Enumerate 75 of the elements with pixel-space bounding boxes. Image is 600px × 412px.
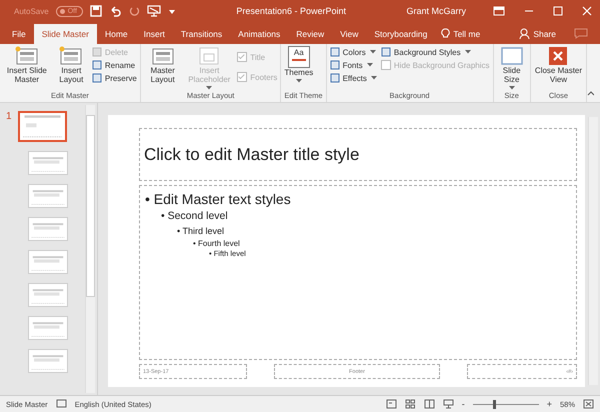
- ribbon-tab[interactable]: Transitions: [172, 24, 230, 44]
- redo-icon[interactable]: [128, 5, 140, 17]
- undo-icon[interactable]: [108, 5, 121, 17]
- command-icon: [330, 73, 340, 83]
- command-icon: [92, 60, 102, 70]
- command-icon: [92, 47, 102, 57]
- ribbon-button[interactable]: Colors: [330, 47, 377, 57]
- caret-icon: [370, 76, 377, 80]
- autosave-label: AutoSave: [14, 6, 49, 16]
- caret-icon: [464, 50, 471, 54]
- maximize-icon[interactable]: [553, 6, 563, 16]
- caret-icon: [370, 50, 376, 54]
- lightbulb-icon: [441, 28, 450, 39]
- ribbon-button[interactable]: Effects: [330, 73, 377, 83]
- ribbon-tab[interactable]: Slide Master: [34, 24, 97, 44]
- command-icon: [92, 73, 102, 83]
- person-icon: [519, 28, 530, 39]
- user-name: Grant McGarry: [406, 6, 466, 16]
- layout-preview-drawing: [20, 113, 65, 140]
- ribbon-tab[interactable]: Insert: [136, 24, 173, 44]
- notes-icon[interactable]: [56, 399, 67, 409]
- slide-thumbnail[interactable]: [28, 283, 68, 307]
- slide-number: 1: [6, 111, 13, 122]
- bullet-text[interactable]: • Second level: [161, 210, 228, 222]
- ribbon-button[interactable]: Close Master View: [534, 46, 584, 91]
- caret-icon: [366, 63, 373, 67]
- zoom-in-button[interactable]: +: [546, 399, 552, 409]
- collapse-icon[interactable]: [587, 90, 594, 96]
- slideshow-icon[interactable]: [146, 5, 161, 17]
- grid-view-icon[interactable]: [404, 399, 416, 409]
- slide-thumbnail[interactable]: [28, 217, 68, 241]
- ribbon-button[interactable]: Background Styles: [380, 47, 490, 57]
- tell-me-button[interactable]: Tell me: [450, 24, 488, 44]
- command-icon: [330, 60, 340, 70]
- ribbon-button[interactable]: Insert Slide Master: [3, 46, 51, 91]
- slide-thumbnail[interactable]: [28, 349, 68, 373]
- share-button[interactable]: Share: [530, 24, 564, 44]
- ribbon-tab[interactable]: Home: [96, 24, 136, 44]
- ribbon-button[interactable]: Aa Themes: [284, 46, 314, 91]
- ribbon-tab[interactable]: File: [4, 24, 34, 44]
- normal-view-icon[interactable]: [386, 399, 397, 409]
- caret-icon: [508, 86, 515, 90]
- save-icon[interactable]: [90, 5, 102, 17]
- bullet-text[interactable]: • Edit Master text styles: [145, 191, 291, 207]
- slide-thumbnail[interactable]: [28, 151, 68, 175]
- ribbon-tab[interactable]: Review: [288, 24, 332, 44]
- slide-thumbnail[interactable]: [28, 184, 68, 208]
- window-title: Presentation6 - PowerPoint: [236, 6, 346, 16]
- title-placeholder[interactable]: Click to edit Master title style: [144, 144, 360, 164]
- themes-icon: Aa: [288, 46, 310, 68]
- caret-icon: [296, 78, 302, 83]
- ribbon-button[interactable]: Master Layout: [144, 46, 182, 91]
- ribbon-button[interactable]: Insert Layout: [54, 46, 88, 91]
- ribbon-button[interactable]: Rename: [92, 60, 137, 70]
- reading-view-icon[interactable]: [424, 399, 435, 409]
- close-icon[interactable]: [582, 6, 592, 16]
- command-icon: [380, 47, 391, 57]
- ribbon-display-icon[interactable]: [493, 6, 505, 16]
- ribbon-tab[interactable]: View: [332, 24, 366, 44]
- bullet-text[interactable]: • Fourth level: [193, 238, 240, 248]
- bullet-text[interactable]: • Third level: [177, 226, 224, 236]
- ribbon-tab[interactable]: Animations: [230, 24, 288, 44]
- slide-thumbnail[interactable]: [28, 250, 68, 274]
- fit-slide-icon[interactable]: [583, 399, 594, 409]
- command-icon: [330, 47, 340, 57]
- ribbon-button[interactable]: Slide Size: [496, 46, 527, 91]
- slide-thumbnail[interactable]: [28, 316, 68, 340]
- ribbon-button[interactable]: Fonts: [330, 60, 377, 70]
- caret-icon: [206, 86, 212, 90]
- zoom-out-button[interactable]: -: [462, 399, 465, 409]
- ribbon-tab[interactable]: Storyboarding: [366, 24, 436, 44]
- ribbon-button[interactable]: Preserve: [92, 73, 137, 83]
- presenter-icon[interactable]: [442, 399, 454, 409]
- scrollbar[interactable]: [85, 105, 95, 393]
- slide-thumbnail[interactable]: [18, 111, 67, 142]
